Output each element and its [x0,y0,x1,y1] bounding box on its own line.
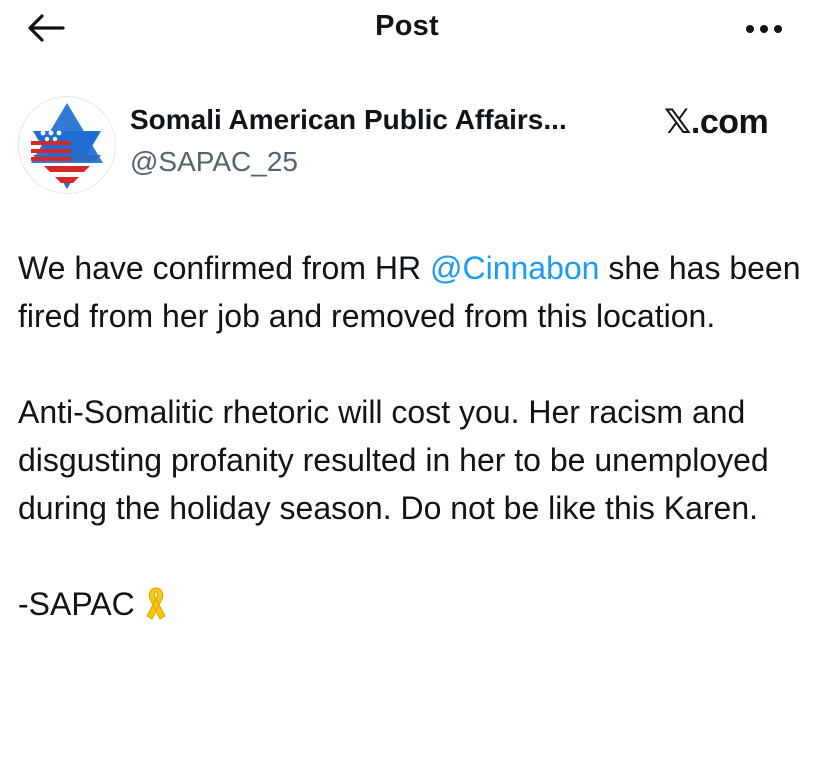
post-text-segment: We have confirmed from HR [18,250,430,286]
signature-text: -SAPAC [18,586,135,622]
page-title: Post [375,10,439,42]
author-handle[interactable]: @SAPAC_25 [130,146,298,178]
mention-link[interactable]: @Cinnabon [430,250,599,286]
author-display-name[interactable]: Somali American Public Affairs... [130,104,567,136]
star-of-david-flag-avatar [31,103,103,189]
avatar[interactable] [18,96,116,194]
yellow-ribbon-icon [143,585,169,634]
post-paragraph-2: Anti-Somalitic rhetoric will cost you. H… [18,394,769,526]
x-com-watermark: 𝕏.com [664,103,769,141]
more-horizontal-icon [746,25,782,33]
post-signature: -SAPAC [18,580,808,634]
top-bar: Post [0,0,814,60]
post-text: We have confirmed from HR @Cinnabon she … [18,244,808,634]
post-paragraph-1: We have confirmed from HR @Cinnabon she … [18,244,808,340]
more-options-button[interactable] [740,14,788,44]
